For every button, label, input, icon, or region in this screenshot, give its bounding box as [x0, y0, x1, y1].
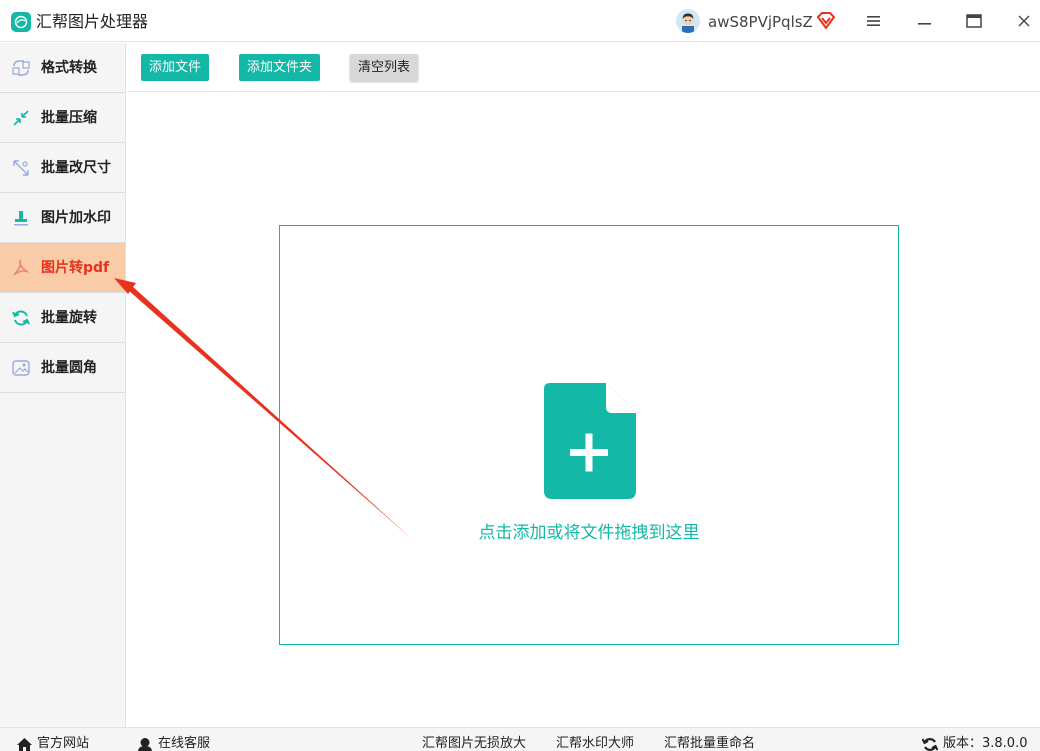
status-bar: 官方网站 在线客服 汇帮图片无损放大 汇帮水印大师 汇帮批量重命名 版本：3.8… [0, 727, 1040, 751]
watermark-master-link[interactable]: 汇帮水印大师 [556, 735, 634, 751]
sidebar-item-image-to-pdf[interactable]: 图片转pdf [0, 243, 125, 293]
app-logo-icon [11, 12, 31, 32]
support-icon [138, 738, 152, 751]
drop-zone-text: 点击添加或将文件拖拽到这里 [478, 523, 700, 543]
format-convert-icon [12, 60, 30, 76]
minimize-icon [918, 23, 931, 25]
watermark-icon [14, 211, 28, 226]
minimize-button[interactable] [912, 8, 938, 34]
update-icon[interactable] [922, 737, 938, 751]
sidebar-item-watermark[interactable]: 图片加水印 [0, 193, 125, 243]
version-label: 版本：3.8.0.0 [943, 736, 1028, 751]
maximize-icon [966, 14, 982, 28]
add-file-icon [544, 383, 636, 499]
clear-list-button[interactable]: 清空列表 [350, 54, 418, 81]
sidebar-item-label: 批量旋转 [41, 310, 97, 326]
app-title: 汇帮图片处理器 [36, 12, 149, 31]
sidebar-item-rotate[interactable]: 批量旋转 [0, 293, 125, 343]
sidebar-item-label: 图片加水印 [41, 210, 111, 226]
rotate-icon [12, 310, 30, 326]
menu-button[interactable] [861, 8, 887, 34]
hamburger-icon [867, 16, 880, 26]
sidebar-item-label: 批量压缩 [41, 110, 97, 126]
toolbar: 添加文件 添加文件夹 清空列表 [127, 43, 1040, 92]
maximize-button[interactable] [961, 8, 987, 34]
resize-icon [13, 160, 29, 176]
sidebar-item-round-corner[interactable]: 批量圆角 [0, 343, 125, 393]
file-drop-zone[interactable]: 点击添加或将文件拖拽到这里 [279, 225, 899, 645]
sidebar-item-label: 批量圆角 [41, 360, 97, 376]
sidebar-item-label: 格式转换 [41, 60, 97, 76]
sidebar-item-label: 图片转pdf [41, 260, 110, 276]
add-folder-button[interactable]: 添加文件夹 [239, 54, 320, 81]
vip-icon[interactable] [816, 12, 836, 33]
online-support-link[interactable]: 在线客服 [158, 735, 210, 751]
title-bar: 汇帮图片处理器 awS8PVjPqlsZ [0, 0, 1040, 42]
home-icon [17, 738, 32, 751]
close-button[interactable] [1011, 8, 1037, 34]
sidebar-item-format-convert[interactable]: 格式转换 [0, 43, 125, 93]
sidebar: 格式转换 批量压缩 批量改尺寸 图片加水印 图片转pdf 批量旋转 批量圆角 [0, 43, 126, 727]
pdf-icon [13, 259, 29, 276]
lossless-enlarge-link[interactable]: 汇帮图片无损放大 [422, 735, 526, 751]
username[interactable]: awS8PVjPqlsZ [708, 12, 813, 32]
batch-rename-link[interactable]: 汇帮批量重命名 [664, 735, 755, 751]
close-icon [1018, 15, 1030, 27]
round-corner-icon [12, 360, 30, 376]
user-avatar[interactable] [676, 9, 700, 33]
compress-icon [13, 110, 29, 126]
official-website-link[interactable]: 官方网站 [37, 735, 89, 751]
sidebar-item-label: 批量改尺寸 [41, 160, 111, 176]
add-file-button[interactable]: 添加文件 [141, 54, 209, 81]
sidebar-item-resize[interactable]: 批量改尺寸 [0, 143, 125, 193]
sidebar-item-compress[interactable]: 批量压缩 [0, 93, 125, 143]
